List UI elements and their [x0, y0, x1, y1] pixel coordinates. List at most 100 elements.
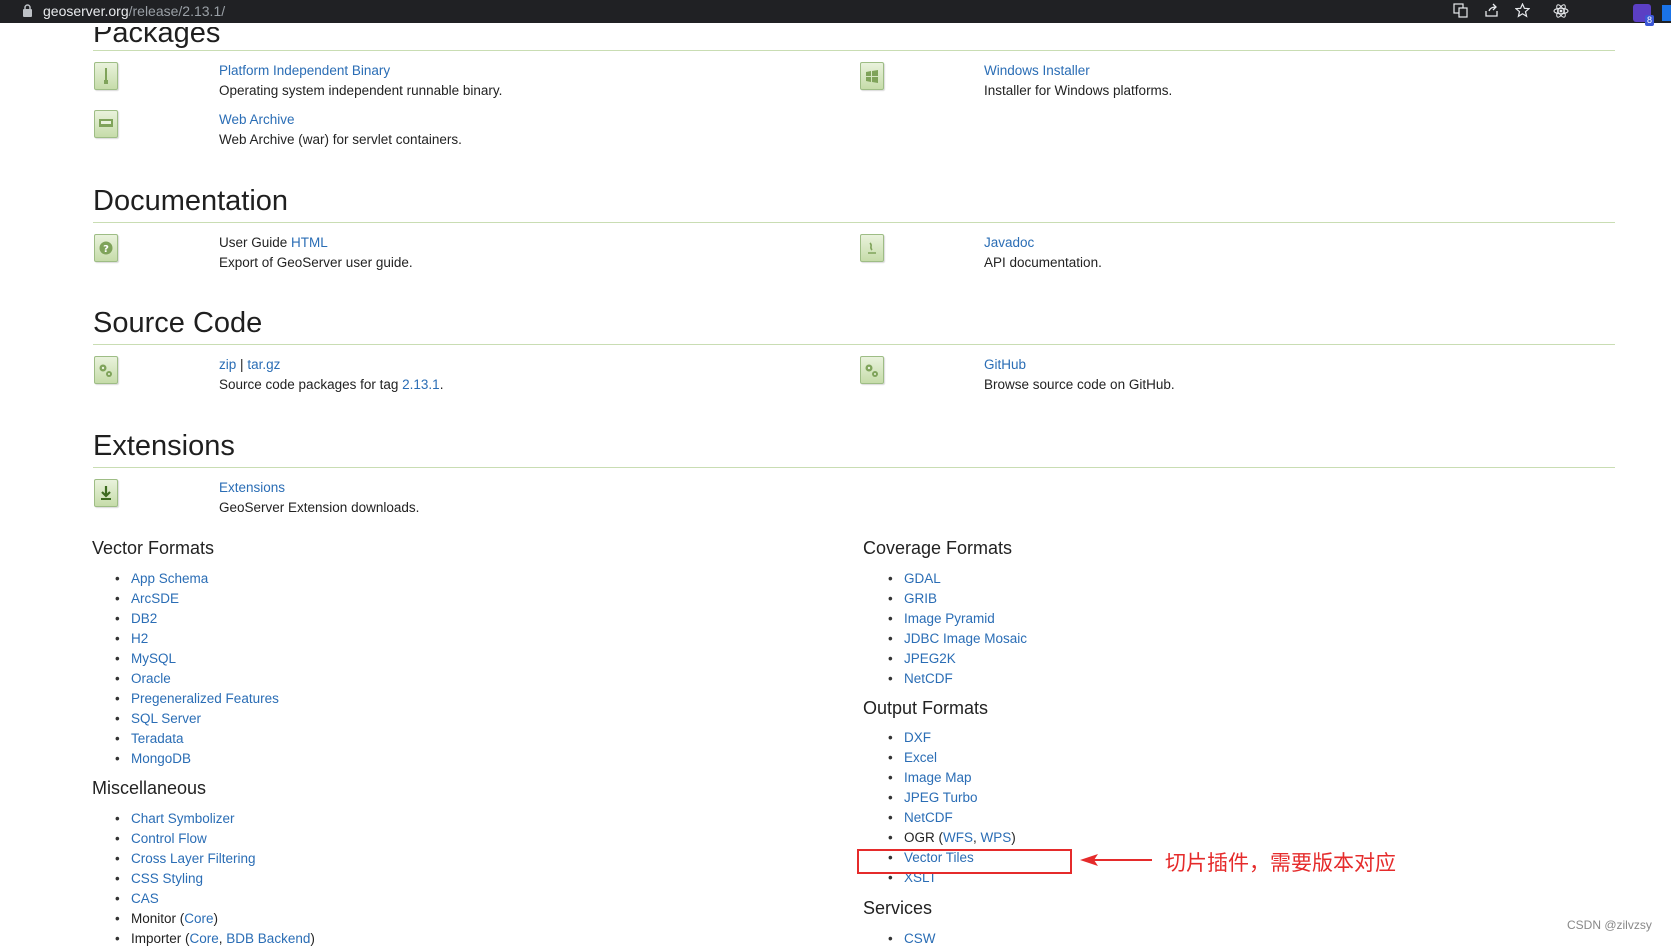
list-item: JDBC Image Mosaic: [865, 629, 1027, 649]
windows-installer-link[interactable]: Windows Installer: [984, 61, 1172, 81]
importer-core-link[interactable]: Core: [190, 931, 219, 946]
user-guide-desc: Export of GeoServer user guide.: [219, 255, 413, 270]
gdal-link[interactable]: GDAL: [904, 571, 941, 586]
package-binary: Platform Independent Binary Operating sy…: [219, 61, 502, 101]
chart-symbolizer-link[interactable]: Chart Symbolizer: [131, 811, 235, 826]
list-item: Teradata: [92, 729, 279, 749]
annotation-text: 切片插件，需要版本对应: [1165, 851, 1396, 875]
targz-link[interactable]: tar.gz: [247, 357, 280, 372]
monitor-core-link[interactable]: Core: [184, 911, 213, 926]
csw-link[interactable]: CSW: [904, 931, 936, 946]
pregeneralized-features-link[interactable]: Pregeneralized Features: [131, 691, 279, 706]
list-item: Cross Layer Filtering: [92, 849, 315, 869]
image-pyramid-link[interactable]: Image Pyramid: [904, 611, 995, 626]
netcdf-output-link[interactable]: NetCDF: [904, 810, 953, 825]
jpeg-turbo-link[interactable]: JPEG Turbo: [904, 790, 978, 805]
github-gears-icon: [860, 356, 884, 384]
react-devtools-icon[interactable]: [1552, 3, 1569, 20]
h2-link[interactable]: H2: [131, 631, 148, 646]
list-item: CSS Styling: [92, 869, 315, 889]
list-item: NetCDF: [865, 669, 1027, 689]
extensions-divider: [93, 467, 1615, 468]
ogr-sep: ,: [973, 830, 981, 845]
oracle-link[interactable]: Oracle: [131, 671, 171, 686]
ogr-wfs-link[interactable]: WFS: [943, 830, 973, 845]
windows-installer-desc: Installer for Windows platforms.: [984, 83, 1173, 98]
app-schema-link[interactable]: App Schema: [131, 571, 208, 586]
grib-link[interactable]: GRIB: [904, 591, 937, 606]
list-item: Pregeneralized Features: [92, 689, 279, 709]
list-item: Control Flow: [92, 829, 315, 849]
sql-server-link[interactable]: SQL Server: [131, 711, 201, 726]
help-icon: ?: [94, 234, 118, 262]
mongodb-link[interactable]: MongoDB: [131, 751, 191, 766]
list-item: JPEG2K: [865, 649, 1027, 669]
vector-formats-list: App Schema ArcSDE DB2 H2 MySQL Oracle Pr…: [92, 569, 279, 769]
web-archive-link[interactable]: Web Archive: [219, 110, 462, 130]
share-icon[interactable]: [1483, 3, 1500, 20]
vector-formats-title: Vector Formats: [92, 538, 215, 558]
control-flow-link[interactable]: Control Flow: [131, 831, 207, 846]
extensions-title: Extensions: [93, 430, 235, 462]
netcdf-coverage-link[interactable]: NetCDF: [904, 671, 953, 686]
packages-divider: [93, 50, 1615, 51]
documentation-title: Documentation: [93, 185, 289, 217]
extension-icon-2[interactable]: [1662, 5, 1671, 21]
platform-independent-binary-link[interactable]: Platform Independent Binary: [219, 61, 502, 81]
mysql-link[interactable]: MySQL: [131, 651, 176, 666]
list-item: DXF: [865, 728, 1016, 748]
source-archives-item: zip | tar.gz Source code packages for ta…: [219, 355, 443, 395]
cross-layer-filtering-link[interactable]: Cross Layer Filtering: [131, 851, 256, 866]
tag-link[interactable]: 2.13.1: [402, 377, 440, 392]
svg-text:?: ?: [103, 244, 109, 255]
list-item: OGR (WFS, WPS): [865, 828, 1016, 848]
importer-label: Importer (: [131, 931, 190, 946]
dxf-link[interactable]: DXF: [904, 730, 931, 745]
browser-address-bar[interactable]: geoserver.org/release/2.13.1/ 8: [0, 0, 1671, 26]
monitor-label: Monitor (: [131, 911, 185, 926]
list-item: NetCDF: [865, 808, 1016, 828]
list-item: Image Map: [865, 768, 1016, 788]
jdbc-image-mosaic-link[interactable]: JDBC Image Mosaic: [904, 631, 1027, 646]
cas-link[interactable]: CAS: [131, 891, 159, 906]
bookmark-star-icon[interactable]: [1514, 2, 1531, 20]
user-guide-html-link[interactable]: HTML: [291, 235, 328, 250]
address-url[interactable]: geoserver.org/release/2.13.1/: [43, 3, 225, 19]
war-archive-icon: [94, 110, 118, 138]
arcsde-link[interactable]: ArcSDE: [131, 591, 179, 606]
zip-archive-icon: [94, 62, 118, 90]
annotation-arrow-icon: [1080, 854, 1152, 866]
lock-icon: [23, 4, 32, 17]
importer-bdb-backend-link[interactable]: BDB Backend: [226, 931, 310, 946]
extensions-desc: GeoServer Extension downloads.: [219, 500, 420, 515]
user-guide-label: User Guide: [219, 235, 288, 250]
list-item: Importer (Core, BDB Backend): [92, 929, 315, 949]
extensions-link[interactable]: Extensions: [219, 478, 419, 498]
excel-link[interactable]: Excel: [904, 750, 937, 765]
source-code-title: Source Code: [93, 307, 263, 339]
list-item: SQL Server: [92, 709, 279, 729]
output-formats-title: Output Formats: [863, 698, 989, 718]
extension-icon[interactable]: 8: [1633, 4, 1654, 26]
javadoc-link[interactable]: Javadoc: [984, 233, 1102, 253]
image-map-link[interactable]: Image Map: [904, 770, 972, 785]
github-link[interactable]: GitHub: [984, 355, 1175, 375]
ogr-wps-link[interactable]: WPS: [981, 830, 1012, 845]
package-war: Web Archive Web Archive (war) for servle…: [219, 110, 462, 150]
user-guide-item: User Guide HTML Export of GeoServer user…: [219, 233, 413, 273]
list-item: Excel: [865, 748, 1016, 768]
db2-link[interactable]: DB2: [131, 611, 157, 626]
translate-icon[interactable]: [1452, 3, 1469, 20]
jpeg2k-link[interactable]: JPEG2K: [904, 651, 956, 666]
ogr-suffix: ): [1011, 830, 1016, 845]
coverage-formats-list: GDAL GRIB Image Pyramid JDBC Image Mosai…: [865, 569, 1027, 689]
list-item: Chart Symbolizer: [92, 809, 315, 829]
download-icon: [94, 479, 118, 507]
list-item: MongoDB: [92, 749, 279, 769]
teradata-link[interactable]: Teradata: [131, 731, 184, 746]
list-item: Monitor (Core): [92, 909, 315, 929]
web-archive-desc: Web Archive (war) for servlet containers…: [219, 132, 462, 147]
zip-link[interactable]: zip: [219, 357, 236, 372]
css-styling-link[interactable]: CSS Styling: [131, 871, 203, 886]
package-binary-desc: Operating system independent runnable bi…: [219, 83, 503, 98]
